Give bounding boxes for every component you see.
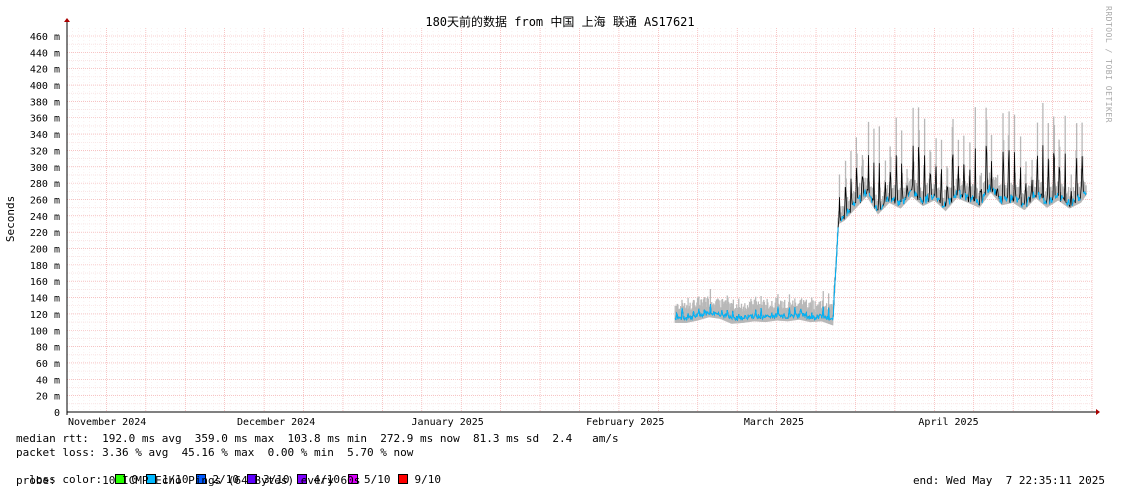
x-tick-label: April 2025: [918, 417, 978, 428]
packet-loss-stats: packet loss: 3.36 % avg 45.16 % max 0.00…: [16, 446, 414, 459]
y-tick-label: 420 m: [30, 65, 60, 76]
y-tick-label: 0: [54, 408, 60, 419]
y-tick-label: 240 m: [30, 212, 60, 223]
x-axis-arrow: [1096, 409, 1100, 415]
y-tick-label: 40 m: [36, 375, 60, 386]
loss-color-item: 9/10: [398, 473, 441, 486]
axes: [64, 18, 1100, 415]
y-tick-label: 360 m: [30, 114, 60, 125]
x-tick-label: January 2025: [412, 417, 484, 428]
x-tick-label: March 2025: [744, 417, 804, 428]
median-rtt-stats: median rtt: 192.0 ms avg 359.0 ms max 10…: [16, 432, 619, 445]
y-axis-label: Seconds: [4, 196, 17, 242]
probe-info: probe: 10 ICMP Echo Pings (64 Bytes) eve…: [16, 474, 361, 487]
grid: [66, 28, 1093, 412]
y-tick-label: 20 m: [36, 392, 60, 403]
y-tick-label: 440 m: [30, 48, 60, 59]
y-tick-label: 180 m: [30, 261, 60, 272]
x-tick-labels: November 2024 December 2024 January 2025 Fe…: [68, 417, 979, 428]
y-tick-label: 460 m: [30, 32, 60, 43]
y-tick-label: 340 m: [30, 130, 60, 141]
y-tick-labels: 0 20 m 40 m 60 m 80 m 100 m 120 m 140 m 160 m 180…: [30, 32, 60, 419]
y-tick-label: 280 m: [30, 179, 60, 190]
smokeping-chart: 180天前的数据 from 中国 上海 联通 AS17621 Seconds 0…: [4, 14, 1100, 428]
y-tick-label: 300 m: [30, 163, 60, 174]
y-axis-arrow: [64, 18, 70, 22]
y-tick-label: 220 m: [30, 228, 60, 239]
x-tick-label: February 2025: [586, 417, 664, 428]
y-tick-label: 160 m: [30, 277, 60, 288]
loss-color-text: 5/10: [363, 473, 391, 486]
y-tick-label: 120 m: [30, 310, 60, 321]
y-tick-label: 60 m: [36, 359, 60, 370]
loss-color-swatch: [398, 474, 409, 484]
y-tick-label: 260 m: [30, 195, 60, 206]
loss-color-text: 9/10: [414, 473, 441, 486]
y-tick-label: 80 m: [36, 343, 60, 354]
y-tick-label: 320 m: [30, 146, 60, 157]
x-tick-label: November 2024: [68, 417, 146, 428]
y-tick-label: 200 m: [30, 245, 60, 256]
rrdtool-watermark: RRDTOOL / TOBI OETIKER: [1104, 6, 1113, 123]
end-timestamp: end: Wed May 7 22:35:11 2025: [912, 474, 1105, 487]
x-tick-label: December 2024: [237, 417, 315, 428]
y-tick-label: 140 m: [30, 294, 60, 305]
y-tick-label: 380 m: [30, 97, 60, 108]
y-tick-label: 400 m: [30, 81, 60, 92]
chart-title: 180天前的数据 from 中国 上海 联通 AS17621: [425, 14, 694, 29]
y-tick-label: 100 m: [30, 326, 60, 337]
